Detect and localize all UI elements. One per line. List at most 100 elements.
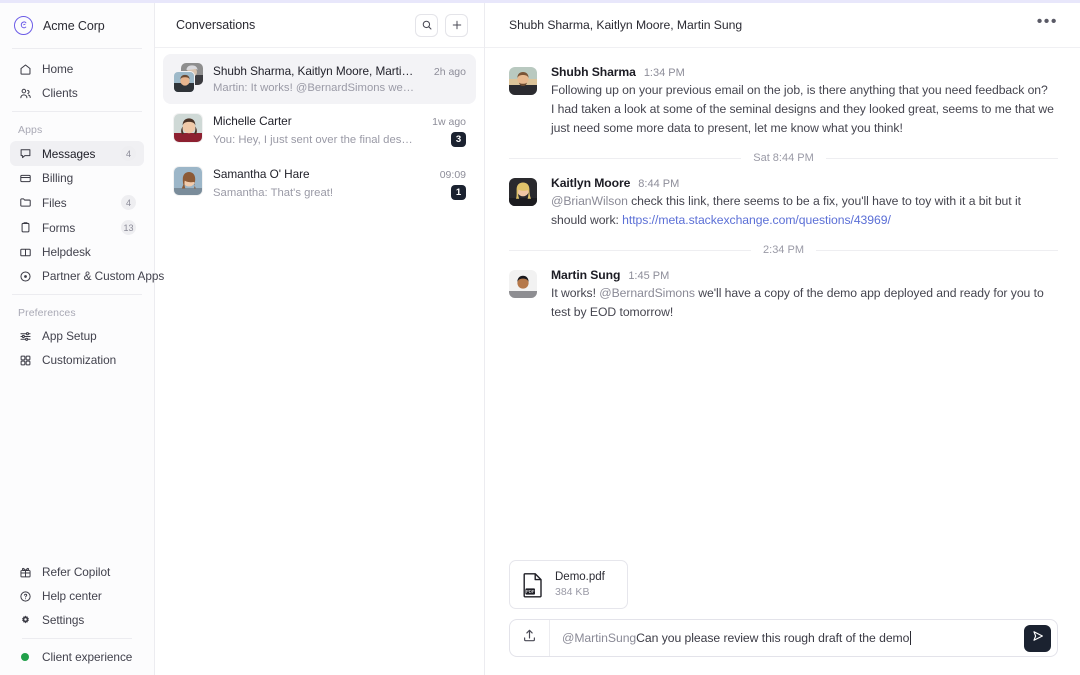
composer-area: PDF Demo.pdf 384 KB [485,560,1080,675]
message-bubble-icon [18,147,32,161]
conversation-row-bottom: Samantha: That's great! 1 [213,185,466,200]
mention-brian-wilson[interactable]: @BrianWilson [551,194,628,208]
sidebar-item-files[interactable]: Files 4 [10,190,144,215]
sidebar-item-refer-copilot-label: Refer Copilot [42,565,136,579]
conversation-name: Shubh Sharma, Kaitlyn Moore, Marti… [213,64,426,78]
conversation-preview: You: Hey, I just sent over the final des… [213,134,443,146]
sidebar-item-clients-label: Clients [42,86,136,100]
attachment-card[interactable]: PDF Demo.pdf 384 KB [509,560,628,609]
sidebar-item-partner-custom-apps[interactable]: Partner & Custom Apps [10,264,144,288]
sidebar-item-home-label: Home [42,62,136,76]
sidebar-item-billing[interactable]: Billing [10,166,144,190]
send-button[interactable] [1024,625,1051,652]
conversation-preview: Samantha: That's great! [213,187,443,199]
question-circle-icon [18,589,32,603]
sidebar-item-client-experience[interactable]: Client experience [10,645,144,669]
sidebar-item-settings-label: Settings [42,613,136,627]
message-link[interactable]: https://meta.stackexchange.com/questions… [622,213,891,227]
sidebar-section-preferences-label: Preferences [10,303,144,324]
message-composer[interactable]: @MartinSung Can you please review this r… [509,619,1058,657]
app-root: Acme Corp Home [0,0,1080,675]
sidebar-preferences-group: Preferences App Setup [0,295,154,378]
sidebar-item-app-setup-label: App Setup [42,329,136,343]
unread-badge: 1 [451,185,466,200]
sidebar-item-home[interactable]: Home [10,57,144,81]
conversation-body: Samantha O' Hare 09:09 Samantha: That's … [213,166,466,200]
message-time: 1:45 PM [628,270,669,282]
message-author: Kaitlyn Moore [551,176,630,190]
avatar [173,113,203,143]
sidebar-item-help-center-label: Help center [42,589,136,603]
grid-squares-icon [18,353,32,367]
sidebar-item-customization[interactable]: Customization [10,348,144,372]
conversation-body: Shubh Sharma, Kaitlyn Moore, Marti… 2h a… [213,63,466,94]
clients-people-icon [18,86,32,100]
chat-header: Shubh Sharma, Kaitlyn Moore, Martin Sung… [485,3,1080,48]
chat-panel: Shubh Sharma, Kaitlyn Moore, Martin Sung… [485,3,1080,675]
sidebar-bottom-group: Refer Copilot Help center [0,552,154,675]
sidebar-item-clients[interactable]: Clients [10,81,144,105]
conversation-time: 1w ago [432,116,466,128]
sidebar-apps-group: Apps Messages 4 Billing [0,112,154,294]
conversation-time: 09:09 [440,169,466,181]
sidebar-item-messages[interactable]: Messages 4 [10,141,144,166]
conversation-name: Samantha O' Hare [213,167,432,181]
sidebar-item-messages-label: Messages [42,147,111,161]
sidebar: Acme Corp Home [0,3,155,675]
composer-input[interactable]: @MartinSung Can you please review this r… [550,631,1024,645]
sidebar-badge-files: 4 [121,195,136,210]
sidebar-item-client-experience-label: Client experience [42,650,136,664]
avatar-single [173,166,203,196]
conversation-list-header: Conversations [155,3,484,48]
message-shubh-sharma: Shubh Sharma 1:34 PM Following up on you… [509,62,1058,146]
message-paragraph: I had taken a look at some of the semina… [551,100,1058,138]
message-text: @BrianWilson check this link, there seem… [551,192,1058,230]
mention-bernard-simons[interactable]: @BernardSimons [599,286,695,300]
attachment-name: Demo.pdf [555,571,605,583]
plus-icon [451,19,463,31]
clipboard-icon [18,221,32,235]
more-horizontal-icon[interactable]: ••• [1037,17,1058,33]
gift-icon [18,565,32,579]
message-text: Following up on your previous email on t… [551,81,1058,138]
search-icon [421,19,433,31]
sidebar-item-files-label: Files [42,196,111,210]
sidebar-item-help-center[interactable]: Help center [10,584,144,608]
message-text: It works! @BernardSimons we'll have a co… [551,284,1058,322]
attachment-meta: Demo.pdf 384 KB [555,571,605,598]
message-kaitlyn-moore: Kaitlyn Moore 8:44 PM @BrianWilson check… [509,173,1058,238]
brand[interactable]: Acme Corp [0,3,154,48]
credit-card-icon [18,171,32,185]
sidebar-item-forms[interactable]: Forms 13 [10,215,144,240]
sidebar-section-apps-label: Apps [10,120,144,141]
conversation-name: Michelle Carter [213,114,424,128]
sidebar-top-group: Home Clients [0,49,154,111]
sidebar-item-settings[interactable]: Settings [10,608,144,632]
chat-title: Shubh Sharma, Kaitlyn Moore, Martin Sung [509,18,1037,32]
conversation-row-bottom: Martin: It works! @BernardSimons we… [213,82,466,94]
sidebar-item-refer-copilot[interactable]: Refer Copilot [10,560,144,584]
sidebar-item-helpdesk[interactable]: Helpdesk [10,240,144,264]
search-button[interactable] [415,14,438,37]
new-conversation-button[interactable] [445,14,468,37]
conversation-item-michelle-carter[interactable]: Michelle Carter 1w ago You: Hey, I just … [163,104,476,157]
conversation-item-samantha-ohare[interactable]: Samantha O' Hare 09:09 Samantha: That's … [163,157,476,210]
message-paragraph: Following up on your previous email on t… [551,81,1058,100]
upload-button[interactable] [510,620,550,656]
sidebar-item-customization-label: Customization [42,353,136,367]
sidebar-item-app-setup[interactable]: App Setup [10,324,144,348]
conversation-time: 2h ago [434,66,466,78]
conversation-row-bottom: You: Hey, I just sent over the final des… [213,132,466,147]
message-time: 8:44 PM [638,178,679,190]
text-caret [910,631,911,645]
message-body: Shubh Sharma 1:34 PM Following up on you… [551,65,1058,138]
message-head: Kaitlyn Moore 8:44 PM [551,176,1058,190]
separator-line [509,158,741,159]
conversation-item-group[interactable]: Shubh Sharma, Kaitlyn Moore, Marti… 2h a… [163,54,476,104]
send-paper-plane-icon [1031,629,1045,648]
sidebar-item-billing-label: Billing [42,171,136,185]
avatar [173,166,203,196]
acme-swirl-logo-icon [14,16,33,35]
avatar [509,178,537,206]
separator-label: Sat 8:44 PM [753,152,814,164]
